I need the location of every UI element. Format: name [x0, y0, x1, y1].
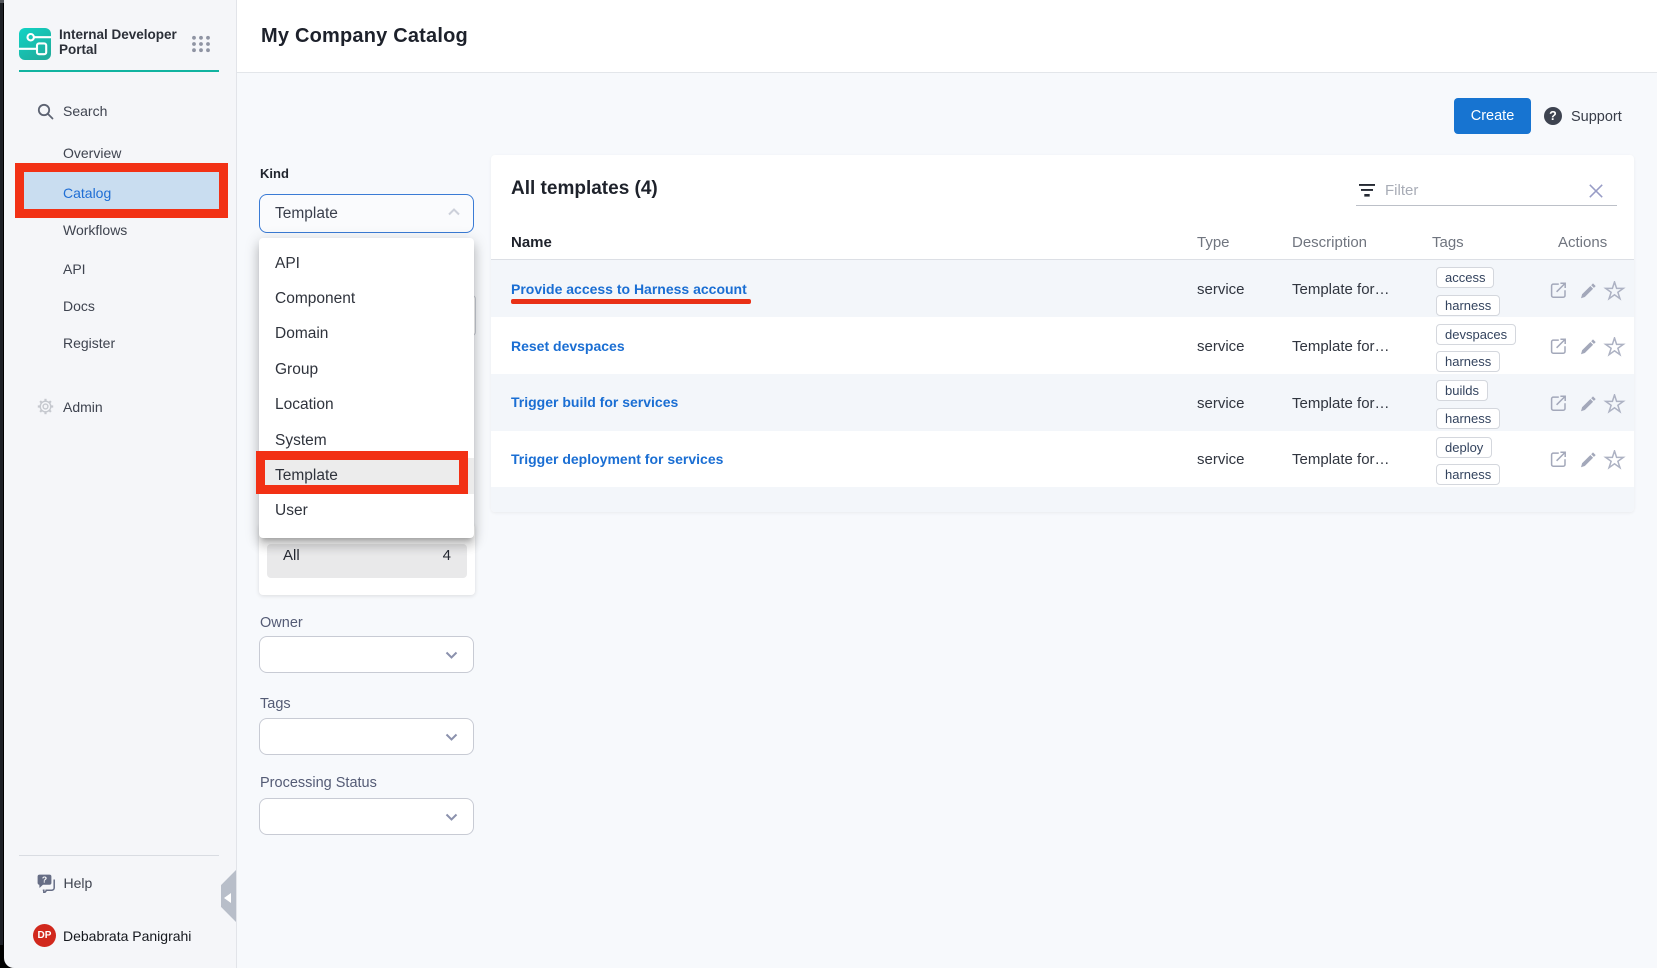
svg-text:?: ?	[42, 875, 47, 885]
